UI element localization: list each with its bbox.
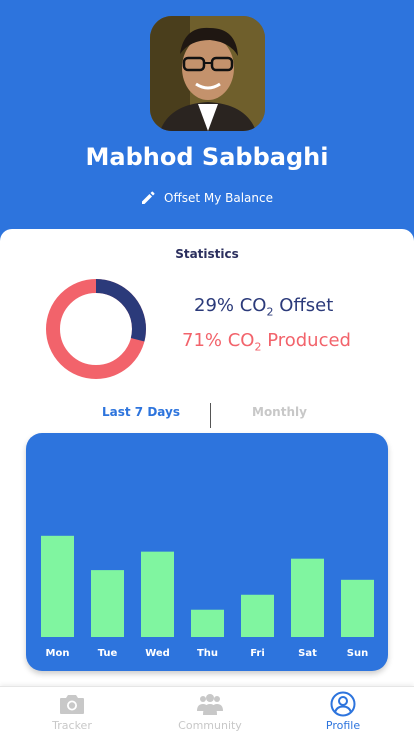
bar-thu	[191, 609, 224, 637]
offset-legend: 29% CO2 Offset	[194, 295, 333, 319]
bar-sat	[291, 558, 324, 637]
bottom-tab-bar: Tracker Community Profile	[0, 686, 414, 736]
offset-balance-link[interactable]: Offset My Balance	[140, 188, 273, 208]
produced-legend: 71% CO2 Produced	[182, 330, 351, 354]
tick-label-mon: Mon	[46, 648, 70, 659]
tabbar-item-community[interactable]: Community	[141, 691, 279, 735]
tick-label-sun: Sun	[347, 648, 368, 659]
tabbar-label-tracker: Tracker	[52, 719, 92, 732]
profile-icon	[330, 691, 356, 717]
tab-monthly[interactable]: Monthly	[252, 405, 307, 419]
offset-legend-prefix: 29% CO	[194, 295, 267, 316]
bar-mon	[41, 535, 74, 637]
tabbar-label-community: Community	[178, 719, 242, 732]
tab-last-7-days[interactable]: Last 7 Days	[102, 405, 180, 419]
statistics-title: Statistics	[175, 247, 239, 261]
tabbar-item-tracker[interactable]: Tracker	[3, 691, 141, 735]
tabbar-item-profile[interactable]: Profile	[274, 691, 412, 735]
statistics-card: Statistics 29% CO2 Offset 71% CO2 Produc…	[0, 229, 414, 736]
tick-label-sat: Sat	[298, 648, 317, 659]
pencil-icon	[142, 191, 155, 204]
produced-legend-suffix: Produced	[261, 330, 351, 351]
avatar-photo	[150, 16, 265, 131]
tab-divider	[210, 403, 211, 428]
bar-sun	[341, 579, 374, 637]
bar-tue	[91, 570, 124, 637]
co2-donut-chart	[46, 279, 146, 379]
user-name: Mabhod Sabbaghi	[85, 143, 329, 171]
offset-legend-suffix: Offset	[273, 295, 334, 316]
tick-label-fri: Fri	[250, 648, 265, 659]
tick-label-tue: Tue	[98, 648, 118, 659]
profile-header: Mabhod Sabbaghi Offset My Balance	[0, 0, 414, 240]
tick-label-thu: Thu	[197, 648, 218, 659]
produced-legend-prefix: 71% CO	[182, 330, 255, 351]
camera-icon	[60, 695, 84, 714]
tabbar-label-profile: Profile	[325, 719, 361, 732]
offset-balance-label: Offset My Balance	[164, 191, 273, 205]
bar-fri	[241, 594, 274, 637]
bar-wed	[141, 551, 174, 637]
tick-label-wed: Wed	[145, 648, 170, 659]
bar-chart-svg: Mon Tue Wed Thu Fri Sat Sun	[41, 535, 374, 659]
community-icon	[197, 694, 223, 715]
avatar	[150, 16, 265, 131]
weekly-bar-chart: Mon Tue Wed Thu Fri Sat Sun	[26, 433, 388, 671]
